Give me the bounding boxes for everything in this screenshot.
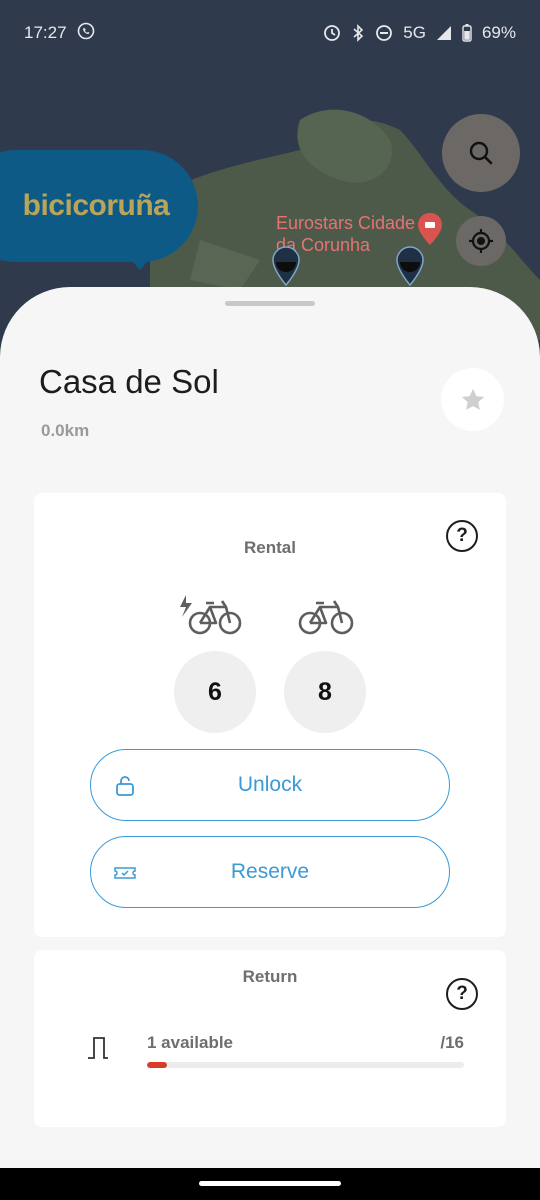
star-icon <box>461 388 484 410</box>
signal-icon <box>436 25 452 41</box>
available-docks-label: 1 available <box>147 1033 234 1052</box>
data-saver-icon <box>323 24 341 42</box>
rental-help-icon[interactable]: ? <box>446 520 478 552</box>
poi-label-line1: Eurostars Cidade <box>276 213 416 233</box>
return-help-icon[interactable]: ? <box>446 978 478 1010</box>
battery-percent: 69% <box>481 23 516 42</box>
return-title: Return <box>242 967 298 986</box>
home-gesture-pill[interactable] <box>199 1181 341 1186</box>
unlock-label: Unlock <box>237 773 303 796</box>
help-glyph: ? <box>456 983 468 1004</box>
bike-icon <box>298 600 354 635</box>
station-bottom-sheet: Casa de Sol 0.0km Rental ? 6 8 Unlock Re… <box>0 287 540 1168</box>
reserve-ticket-icon <box>114 867 136 879</box>
network-label: 5G <box>403 23 426 42</box>
bike-count: 8 <box>284 651 366 733</box>
favorite-button[interactable] <box>441 368 504 431</box>
system-nav-bar <box>0 1168 540 1200</box>
clock: 17:27 <box>24 23 67 42</box>
poi-pin-icon[interactable] <box>416 212 444 246</box>
dock-availability-fill <box>147 1062 167 1068</box>
brand-logo: bicicoruña <box>22 189 170 222</box>
map-search-button[interactable] <box>442 114 520 192</box>
reserve-label: Reserve <box>230 860 310 883</box>
station-name: Casa de Sol <box>39 363 219 400</box>
whatsapp-icon <box>77 22 95 45</box>
search-icon <box>469 141 493 165</box>
status-bar: 17:27 5G 69% <box>0 0 540 66</box>
crosshair-icon <box>469 229 493 253</box>
sheet-drag-handle[interactable] <box>225 301 315 306</box>
brand-marker-tail <box>128 256 152 270</box>
my-location-button[interactable] <box>456 216 506 266</box>
unlock-button[interactable]: Unlock <box>90 749 450 821</box>
ebike-count: 6 <box>174 651 256 733</box>
station-pin-icon[interactable] <box>272 246 300 286</box>
dock-icon <box>88 1037 108 1059</box>
do-not-disturb-icon <box>375 24 393 42</box>
dock-capacity: /16 <box>440 1033 464 1052</box>
station-distance: 0.0km <box>41 421 90 440</box>
unlock-icon <box>116 776 134 796</box>
rental-card: Rental ? 6 8 Unlock Reserve <box>34 493 506 937</box>
bluetooth-icon <box>351 24 365 42</box>
electric-bike-icon <box>180 595 242 635</box>
battery-icon <box>462 24 472 42</box>
reserve-button[interactable]: Reserve <box>90 836 450 908</box>
brand-marker[interactable]: bicicoruña <box>0 150 198 262</box>
station-pin-icon[interactable] <box>396 246 424 286</box>
help-glyph: ? <box>456 525 468 546</box>
rental-title: Rental <box>244 538 296 557</box>
return-card: Return ? 1 available /16 <box>34 950 506 1127</box>
dock-availability-bar <box>147 1062 464 1068</box>
